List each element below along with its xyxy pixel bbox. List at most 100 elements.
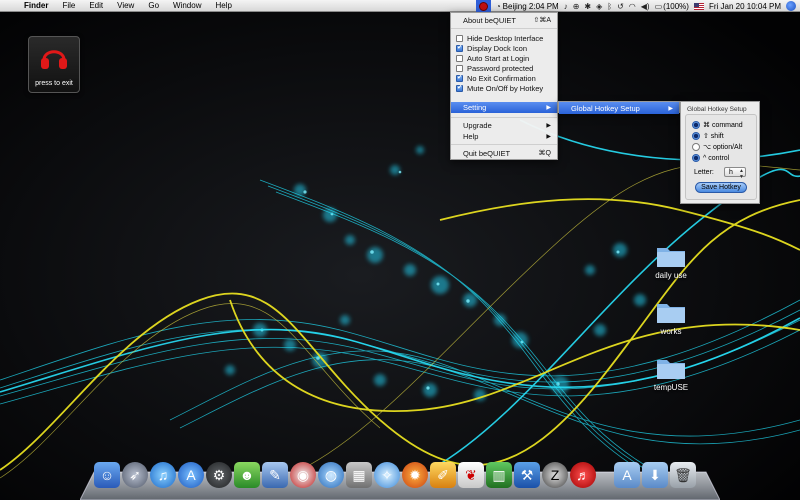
menu-item-setting[interactable]: Setting ▶ bbox=[451, 102, 557, 113]
menu-item-quit-shortcut: ⌘Q bbox=[538, 150, 551, 157]
tray-icon-1[interactable]: ♪ bbox=[564, 2, 568, 11]
downloads-folder-icon[interactable]: ⬇ bbox=[642, 462, 668, 488]
menu-item-auto-start[interactable]: Auto Start at Login bbox=[451, 53, 557, 63]
menu-bar: Finder File Edit View Go Window Help ◔ B… bbox=[0, 0, 800, 12]
modifier-command[interactable]: ⌘ command bbox=[692, 120, 743, 130]
safari-icon[interactable]: ✧ bbox=[374, 462, 400, 488]
menu-item-no-exit-confirm-label: No Exit Confirmation bbox=[467, 73, 536, 83]
document-app-icon[interactable]: ❦ bbox=[458, 462, 484, 488]
time-machine-icon[interactable]: ↺ bbox=[617, 2, 624, 11]
tray-icon-3[interactable]: ✱ bbox=[584, 2, 591, 11]
folder-label: tempUSE bbox=[653, 383, 689, 392]
modifier-shift-toggle[interactable] bbox=[692, 132, 700, 140]
folder-label: works bbox=[660, 327, 682, 336]
no-exit-confirm-checkbox[interactable] bbox=[456, 73, 463, 82]
folder-icon bbox=[657, 304, 685, 323]
menu-item-upgrade[interactable]: Upgrade ▶ bbox=[451, 120, 557, 130]
stepper-arrows-icon: ▲ ▼ bbox=[739, 168, 744, 180]
modifier-option[interactable]: ⌥ option/Alt bbox=[692, 142, 742, 152]
desktop-folder-daily-use[interactable]: daily use bbox=[646, 244, 696, 280]
headphones-icon bbox=[41, 50, 67, 69]
menu-item-hide-desktop-label: Hide Desktop Interface bbox=[467, 33, 544, 43]
xcode-icon[interactable]: ⚒ bbox=[514, 462, 540, 488]
wifi-icon[interactable]: ◠ bbox=[629, 2, 636, 11]
submenu-arrow-icon: ▶ bbox=[546, 105, 551, 111]
utility-icon[interactable]: ▦ bbox=[346, 462, 372, 488]
letter-select[interactable]: h ▲ ▼ bbox=[724, 167, 746, 180]
battery-percent[interactable]: (100%) bbox=[663, 2, 689, 11]
modifier-option-label: ⌥ option/Alt bbox=[703, 144, 743, 151]
tray-icon-2[interactable]: ⊕ bbox=[573, 2, 580, 11]
finder-icon[interactable]: ☺ bbox=[94, 462, 120, 488]
menu-view[interactable]: View bbox=[110, 1, 141, 10]
auto-start-checkbox[interactable] bbox=[456, 54, 463, 62]
folder-icon bbox=[657, 360, 685, 379]
menu-item-mute-hotkey[interactable]: Mute On/Off by Hotkey bbox=[451, 83, 557, 93]
menu-help[interactable]: Help bbox=[208, 1, 238, 10]
menu-item-no-exit-confirm[interactable]: No Exit Confirmation bbox=[451, 73, 557, 83]
world-clock-label[interactable]: Beijing 2:04 PM bbox=[503, 2, 559, 11]
volume-icon[interactable]: ◀) bbox=[641, 2, 650, 11]
menu-item-display-dock[interactable]: Display Dock Icon bbox=[451, 43, 557, 53]
bequiet-dock-icon[interactable]: ♬ bbox=[570, 462, 596, 488]
password-checkbox[interactable] bbox=[456, 64, 463, 72]
bequiet-tray-icon[interactable] bbox=[475, 0, 491, 12]
desktop-folder-tempuse[interactable]: tempUSE bbox=[646, 356, 696, 392]
menu-file[interactable]: File bbox=[55, 1, 82, 10]
itunes-icon[interactable]: ♫ bbox=[150, 462, 176, 488]
hide-desktop-checkbox[interactable] bbox=[456, 34, 463, 42]
menu-edit[interactable]: Edit bbox=[82, 1, 110, 10]
display-dock-checkbox[interactable] bbox=[456, 43, 463, 52]
menu-item-quit[interactable]: Quit beQUIET ⌘Q bbox=[451, 148, 557, 158]
save-hotkey-button[interactable]: Save Hotkey bbox=[695, 182, 747, 193]
menu-item-upgrade-label: Upgrade bbox=[463, 120, 492, 130]
bluetooth-icon[interactable]: ᛒ bbox=[607, 2, 612, 11]
dock: ☺ ➶ ♫ A ⚙ ☻ ✎ ◉ ◍ ▦ ✧ ✹ ✐ ❦ ▥ ⚒ Z ♬ A ⬇ … bbox=[94, 462, 734, 492]
modifier-option-toggle[interactable] bbox=[692, 143, 700, 151]
menu-separator bbox=[451, 144, 557, 145]
menu-item-about[interactable]: About beQUIET ⇧⌘A bbox=[451, 15, 557, 25]
folder-icon bbox=[657, 248, 685, 267]
modifier-control[interactable]: ^ control bbox=[692, 153, 729, 163]
firefox-icon[interactable]: ✹ bbox=[402, 462, 428, 488]
menu-go[interactable]: Go bbox=[141, 1, 166, 10]
zoom-app-icon[interactable]: Z bbox=[542, 462, 568, 488]
world-clock-icon[interactable]: ◔ bbox=[496, 2, 501, 11]
menu-item-global-hotkey[interactable]: Global Hotkey Setup ▶ bbox=[559, 102, 679, 114]
pencil-app-icon[interactable]: ✐ bbox=[430, 462, 456, 488]
menu-item-auto-start-label: Auto Start at Login bbox=[467, 53, 530, 63]
menu-window[interactable]: Window bbox=[166, 1, 208, 10]
menu-app-finder[interactable]: Finder bbox=[22, 1, 55, 10]
submenu-arrow-icon: ▶ bbox=[546, 133, 551, 140]
applications-folder-icon[interactable]: A bbox=[614, 462, 640, 488]
earth-icon[interactable]: ◍ bbox=[318, 462, 344, 488]
mute-hotkey-checkbox[interactable] bbox=[456, 83, 463, 92]
spotlight-icon[interactable] bbox=[786, 1, 796, 11]
menu-separator bbox=[451, 28, 557, 29]
modifier-command-toggle[interactable] bbox=[692, 121, 700, 129]
menu-item-password[interactable]: Password protected bbox=[451, 63, 557, 73]
preview-icon[interactable]: ✎ bbox=[262, 462, 288, 488]
numbers-icon[interactable]: ▥ bbox=[486, 462, 512, 488]
battery-icon[interactable]: ▭ bbox=[655, 2, 663, 11]
app-store-icon[interactable]: A bbox=[178, 462, 204, 488]
submenu-arrow-icon: ▶ bbox=[546, 122, 551, 129]
menubar-clock[interactable]: Fri Jan 20 10:04 PM bbox=[709, 2, 781, 11]
menu-item-quit-label: Quit beQUIET bbox=[463, 148, 511, 158]
press-to-exit-widget[interactable]: press to exit bbox=[28, 36, 80, 93]
trash-icon[interactable]: 🗑 bbox=[670, 462, 696, 488]
hotkey-options-box: ⌘ command ⇧ shift ⌥ option/Alt ^ control… bbox=[685, 114, 757, 200]
contacts-icon[interactable]: ☻ bbox=[234, 462, 260, 488]
modifier-shift[interactable]: ⇧ shift bbox=[692, 131, 724, 141]
menu-item-help[interactable]: Help ▶ bbox=[451, 131, 557, 141]
menu-item-about-shortcut: ⇧⌘A bbox=[533, 17, 551, 24]
bequiet-menu: About beQUIET ⇧⌘A Hide Desktop Interface… bbox=[450, 12, 558, 160]
system-preferences-icon[interactable]: ⚙ bbox=[206, 462, 232, 488]
modifier-control-toggle[interactable] bbox=[692, 154, 700, 162]
tray-icon-4[interactable]: ◈ bbox=[596, 2, 602, 11]
menu-item-hide-desktop[interactable]: Hide Desktop Interface bbox=[451, 33, 557, 43]
input-source-flag-icon[interactable] bbox=[693, 2, 704, 10]
chrome-icon[interactable]: ◉ bbox=[290, 462, 316, 488]
launchpad-icon[interactable]: ➶ bbox=[122, 462, 148, 488]
desktop-folder-works[interactable]: works bbox=[646, 300, 696, 336]
